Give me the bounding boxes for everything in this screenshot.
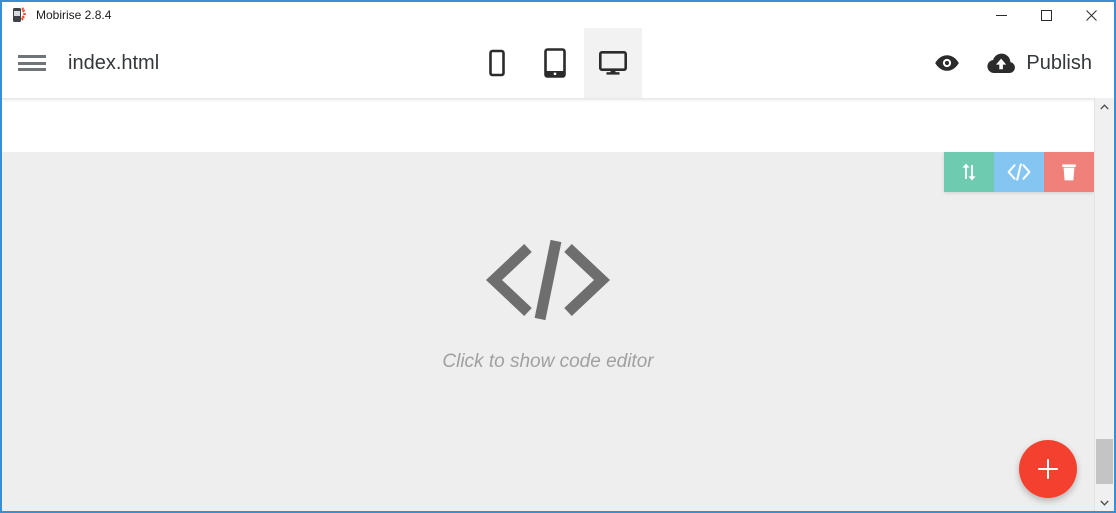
window-controls [979,1,1114,29]
scrollbar-thumb[interactable] [1096,439,1113,484]
app-title: Mobirise 2.8.4 [36,8,112,22]
title-bar: Mobirise 2.8.4 [2,0,1114,28]
code-brackets-glyph-icon [484,231,612,333]
maximize-button[interactable] [1024,1,1069,29]
device-preview-tabs [348,28,762,98]
eye-preview-icon [935,55,960,71]
maximize-icon [1041,9,1052,21]
move-block-button[interactable] [944,152,994,192]
block-toolbar [944,152,1094,192]
mobirise-app-window: Mobirise 2.8.4 index.html Publish Click … [0,0,1116,513]
mobirise-logo-icon [11,7,27,23]
title-bar-left: Mobirise 2.8.4 [2,7,979,23]
device-tab-desktop[interactable] [584,28,642,98]
close-icon [1086,9,1097,21]
mobile-phone-icon [489,49,505,77]
tablet-icon [544,48,566,78]
hamburger-menu-icon[interactable] [18,52,46,74]
document-title: index.html [68,51,160,74]
minimize-button[interactable] [979,1,1024,29]
arrows-up-down-icon [962,163,976,181]
desktop-icon [598,50,627,75]
app-header: index.html Publish [2,28,1114,102]
chevron-down-icon [1100,500,1109,506]
publish-label: Publish [1026,51,1092,74]
scrollbar-down-button[interactable] [1095,494,1114,511]
add-block-button[interactable] [1019,440,1077,498]
minimize-icon [996,14,1007,16]
canvas-scrollbar[interactable] [1094,98,1114,511]
preview-button[interactable] [927,43,967,83]
edit-code-button[interactable] [994,152,1044,192]
device-tab-mobile[interactable] [468,28,526,98]
code-block-section[interactable]: Click to show code editor [2,152,1094,511]
close-button[interactable] [1069,1,1114,29]
device-tab-tablet[interactable] [526,28,584,98]
scrollbar-up-button[interactable] [1095,98,1114,115]
code-brackets-icon [1007,163,1031,181]
canvas-top-block[interactable] [2,98,1094,152]
header-left: index.html [2,28,348,98]
code-editor-placeholder[interactable]: Click to show code editor [2,231,1094,373]
code-editor-caption: Click to show code editor [442,350,654,372]
header-right: Publish [762,28,1114,98]
trash-can-icon [1062,163,1076,180]
delete-block-button[interactable] [1044,152,1094,192]
page-canvas: Click to show code editor [2,98,1114,511]
publish-button[interactable]: Publish [987,52,1092,75]
chevron-up-icon [1100,103,1109,109]
cloud-upload-icon [987,53,1016,73]
